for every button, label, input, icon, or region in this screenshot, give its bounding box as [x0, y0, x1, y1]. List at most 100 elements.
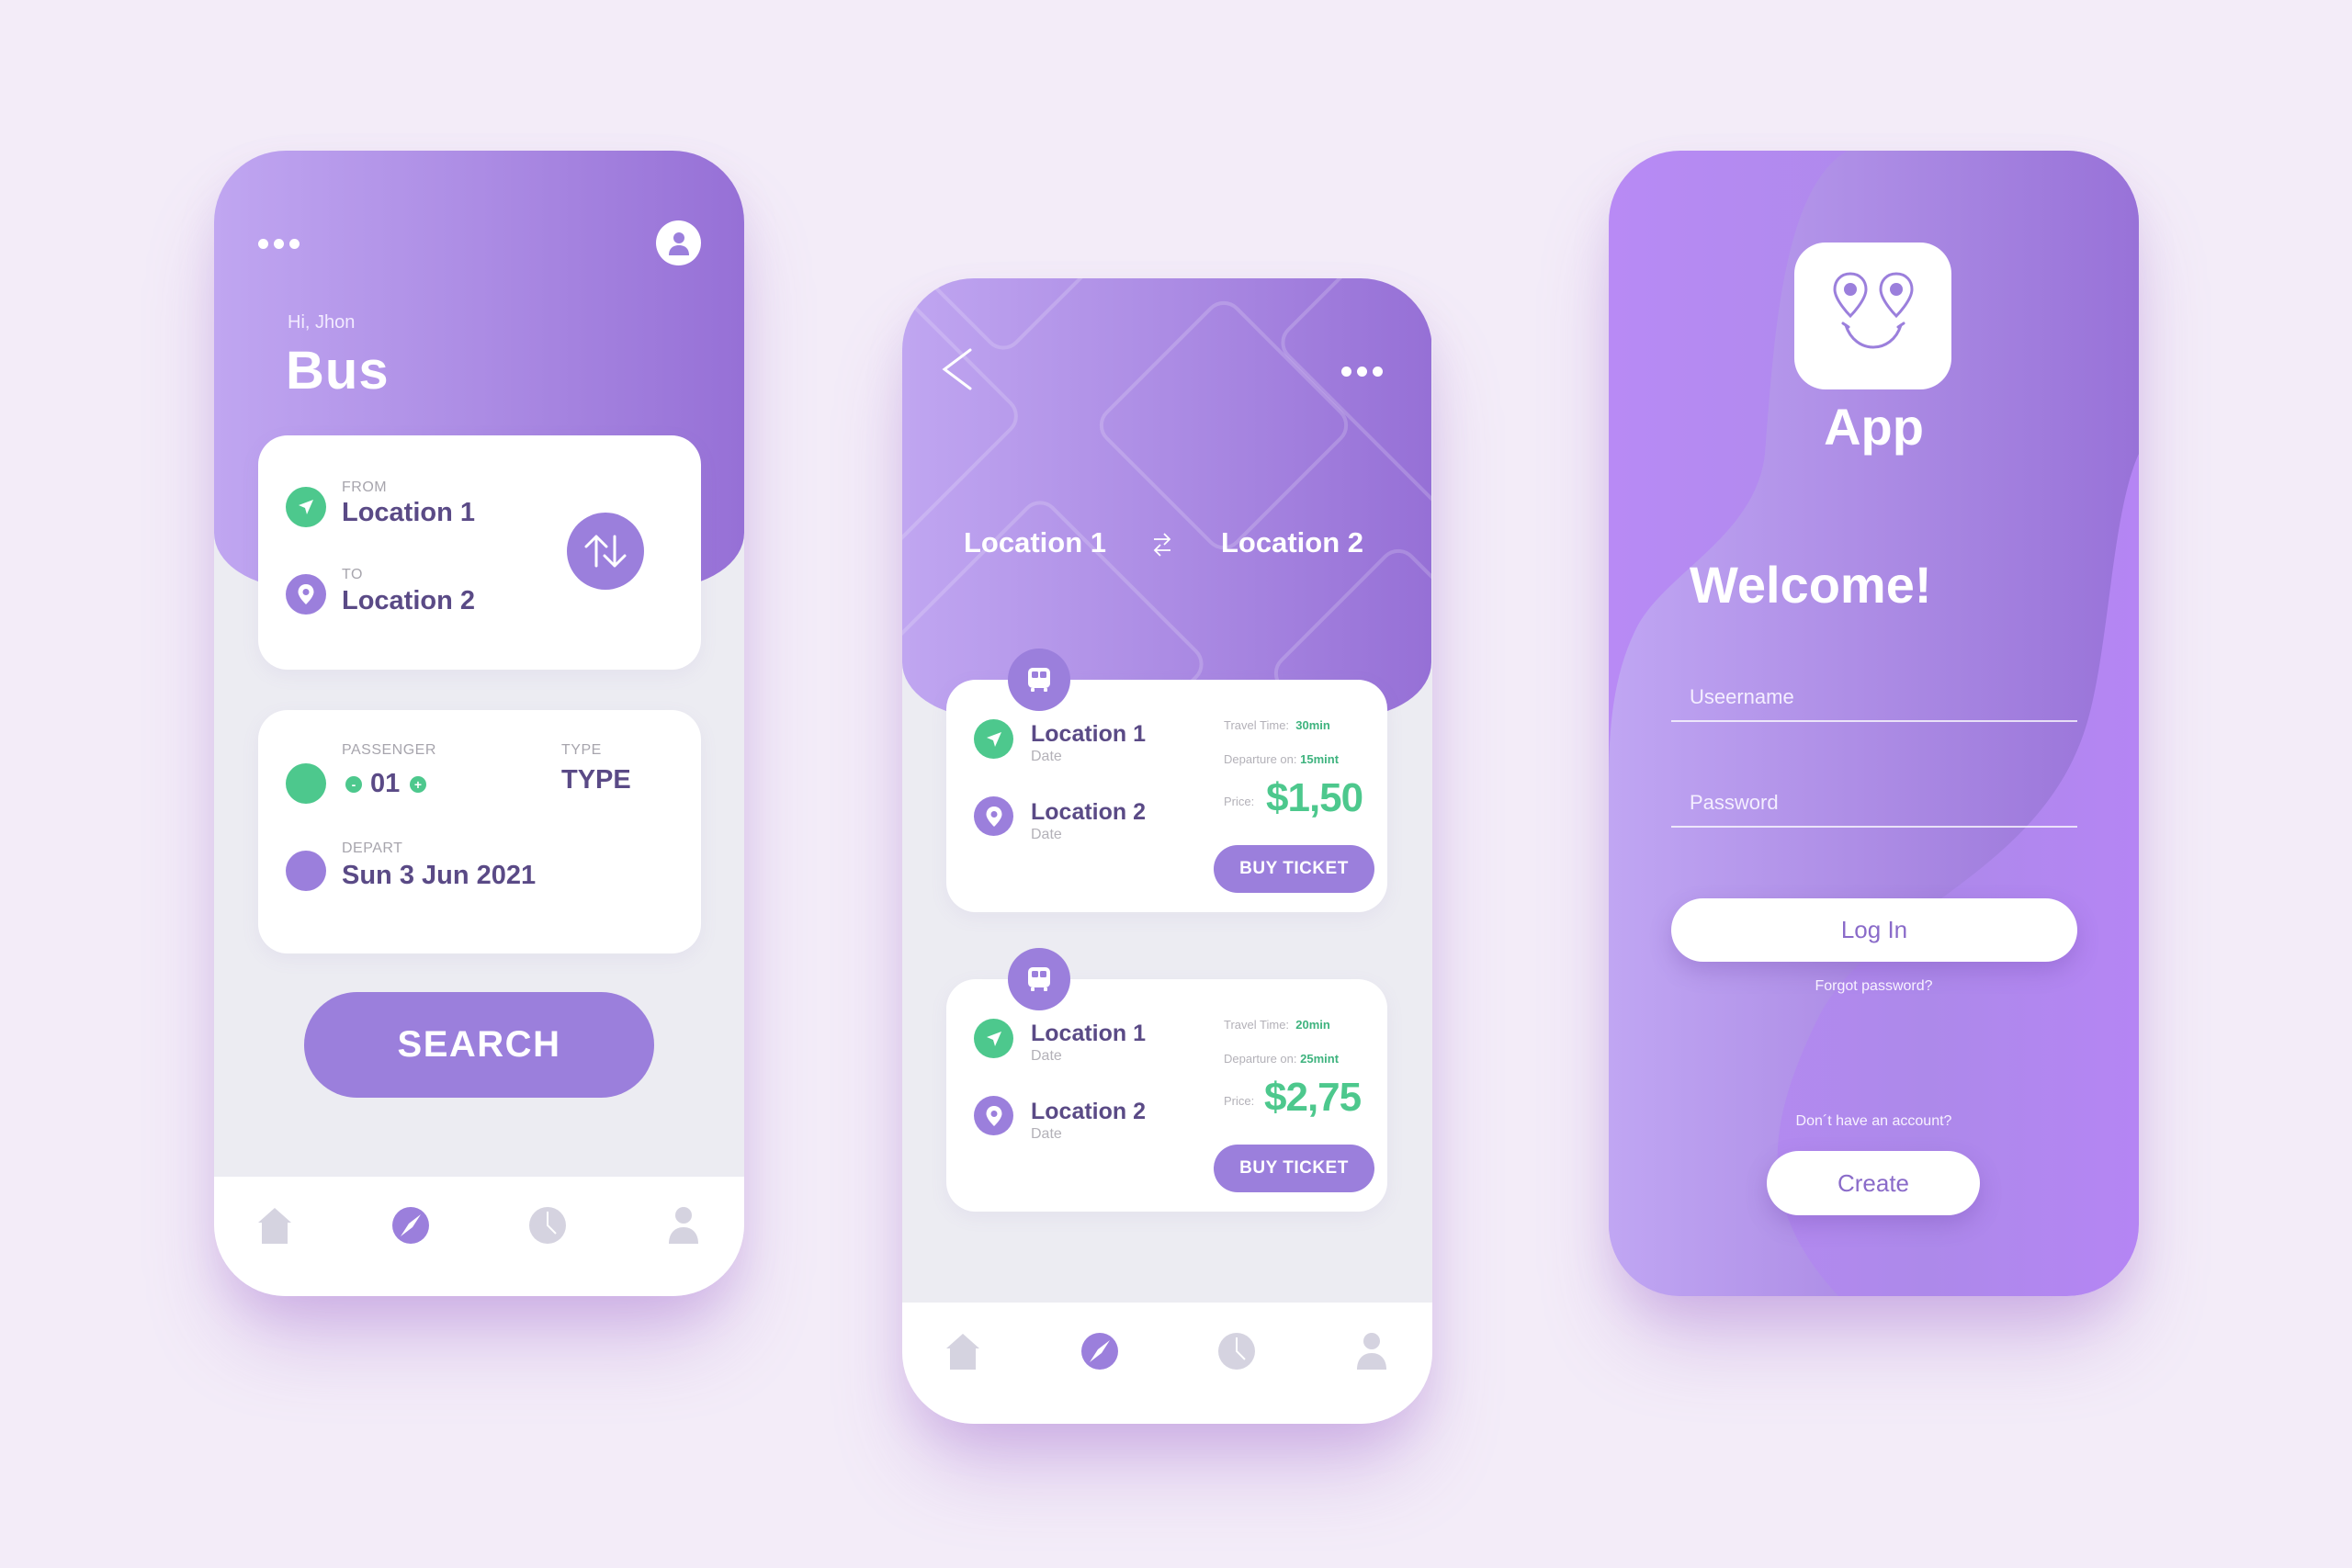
nav-explore[interactable] [391, 1206, 430, 1245]
map-pin-icon [974, 796, 1013, 836]
buy-ticket-button[interactable]: BUY TICKET [1214, 1145, 1374, 1192]
to-label: TO [342, 567, 363, 582]
ticket-card: Location 1 Date Location 2 Date Travel T… [946, 979, 1387, 1212]
bus-icon [1028, 967, 1050, 991]
depart-label: DEPART [342, 840, 403, 856]
price-value: $2,75 [1264, 1075, 1362, 1120]
passenger-count: 01 [370, 769, 401, 798]
more-horizontal-icon[interactable] [258, 239, 300, 249]
nav-history[interactable] [1217, 1332, 1256, 1371]
swap-horizontal-icon [1153, 533, 1171, 557]
navigation-arrow-icon [974, 1019, 1013, 1058]
search-button[interactable]: SEARCH [304, 992, 654, 1098]
route-card: FROM Location 1 TO Location 2 [258, 435, 701, 670]
ticket-to-date: Date [1031, 1126, 1062, 1142]
buy-ticket-button[interactable]: BUY TICKET [1214, 845, 1374, 893]
passenger-label: PASSENGER [342, 742, 436, 758]
user-icon [669, 1207, 698, 1244]
nav-profile[interactable] [1352, 1332, 1391, 1371]
departure-label: Departure on: [1224, 752, 1297, 766]
passenger-decrement-button[interactable]: - [345, 776, 362, 793]
home-icon [258, 1208, 291, 1244]
clock-icon [1218, 1333, 1255, 1370]
bus-badge [1008, 649, 1070, 711]
nav-home[interactable] [255, 1206, 294, 1245]
username-field[interactable] [1671, 658, 2077, 722]
home-icon [946, 1334, 979, 1370]
from-label: FROM [342, 479, 388, 495]
ticket-to: Location 2 [1031, 1099, 1147, 1124]
greeting: Hi, Jhon [288, 312, 356, 333]
price-value: $1,50 [1266, 775, 1363, 820]
more-horizontal-icon[interactable] [1341, 367, 1383, 377]
bus-icon [1028, 668, 1050, 692]
travel-time-label: Travel Time: [1224, 1018, 1290, 1032]
travel-time: Travel Time: 30min [1224, 718, 1330, 732]
ticket-from: Location 1 [1031, 1021, 1147, 1046]
search-screen: Hi, Jhon Bus FROM Location 1 TO Location… [214, 151, 744, 1296]
back-button[interactable] [941, 347, 974, 396]
price-label: Price: [1224, 795, 1255, 808]
ticket-to-date: Date [1031, 827, 1062, 842]
password-field[interactable] [1671, 763, 2077, 828]
app-name: App [1824, 398, 1924, 456]
clock-icon [529, 1207, 566, 1244]
from-value[interactable]: Location 1 [342, 498, 475, 528]
depart-indicator-icon [286, 851, 326, 891]
app-logo [1794, 243, 1951, 389]
ticket-card: Location 1 Date Location 2 Date Travel T… [946, 680, 1387, 912]
swap-route-button[interactable] [1152, 531, 1172, 563]
navigation-arrow-icon [286, 487, 326, 527]
results-screen: Location 1 Location 2 Location 1 Date Lo… [902, 278, 1432, 1424]
diamond-pattern [902, 278, 1431, 717]
results-header [902, 278, 1431, 717]
price-label: Price: [1224, 1094, 1255, 1108]
depart-date[interactable]: Sun 3 Jun 2021 [342, 861, 536, 891]
username-input[interactable] [1690, 685, 2057, 709]
swap-locations-button[interactable] [567, 513, 644, 590]
no-account-text: Don´t have an account? [1795, 1113, 1952, 1129]
profile-button[interactable] [656, 220, 701, 265]
departure: Departure on: 25mint [1224, 1052, 1339, 1066]
type-label: TYPE [561, 742, 602, 758]
passenger-increment-button[interactable]: + [410, 776, 426, 793]
passenger-indicator-icon [286, 763, 326, 804]
password-input[interactable] [1690, 791, 2057, 815]
chevron-left-icon [942, 348, 972, 390]
travel-time: Travel Time: 20min [1224, 1018, 1330, 1032]
travel-time-label: Travel Time: [1224, 718, 1290, 732]
login-button[interactable]: Log In [1671, 898, 2077, 962]
smiling-map-pins-icon [1832, 272, 1914, 349]
forgot-password-link[interactable]: Forgot password? [1609, 978, 2139, 995]
route-to: Location 2 [1221, 526, 1364, 558]
create-account-button[interactable]: Create [1767, 1151, 1980, 1215]
bus-badge [1008, 948, 1070, 1010]
trip-details-card: PASSENGER - 01 + TYPE TYPE DEPART Sun 3 … [258, 710, 701, 953]
departure: Departure on: 15mint [1224, 752, 1339, 766]
navigation-arrow-icon [974, 719, 1013, 759]
travel-time-value: 30min [1295, 718, 1330, 732]
travel-time-value: 20min [1295, 1018, 1330, 1032]
bottom-nav [214, 1177, 744, 1296]
nav-home[interactable] [944, 1332, 982, 1371]
to-value[interactable]: Location 2 [342, 586, 475, 616]
swap-vertical-icon [584, 535, 627, 568]
user-icon [1357, 1333, 1386, 1370]
welcome-heading: Welcome! [1690, 556, 1932, 614]
ticket-to: Location 2 [1031, 799, 1147, 825]
login-screen: App Welcome! Log In Forgot password? Don… [1609, 151, 2139, 1296]
page-title: Bus [286, 341, 390, 400]
nav-history[interactable] [528, 1206, 567, 1245]
ticket-from-date: Date [1031, 749, 1062, 764]
bottom-nav [902, 1303, 1432, 1424]
departure-label: Departure on: [1224, 1052, 1297, 1066]
map-pin-icon [286, 574, 326, 615]
nav-explore[interactable] [1080, 1332, 1119, 1371]
route-from: Location 1 [964, 526, 1107, 558]
type-select[interactable]: TYPE [561, 765, 631, 795]
ticket-from: Location 1 [1031, 721, 1147, 747]
compass-icon [392, 1207, 429, 1244]
departure-value: 15mint [1300, 752, 1340, 766]
nav-profile[interactable] [664, 1206, 703, 1245]
map-pin-icon [974, 1096, 1013, 1135]
